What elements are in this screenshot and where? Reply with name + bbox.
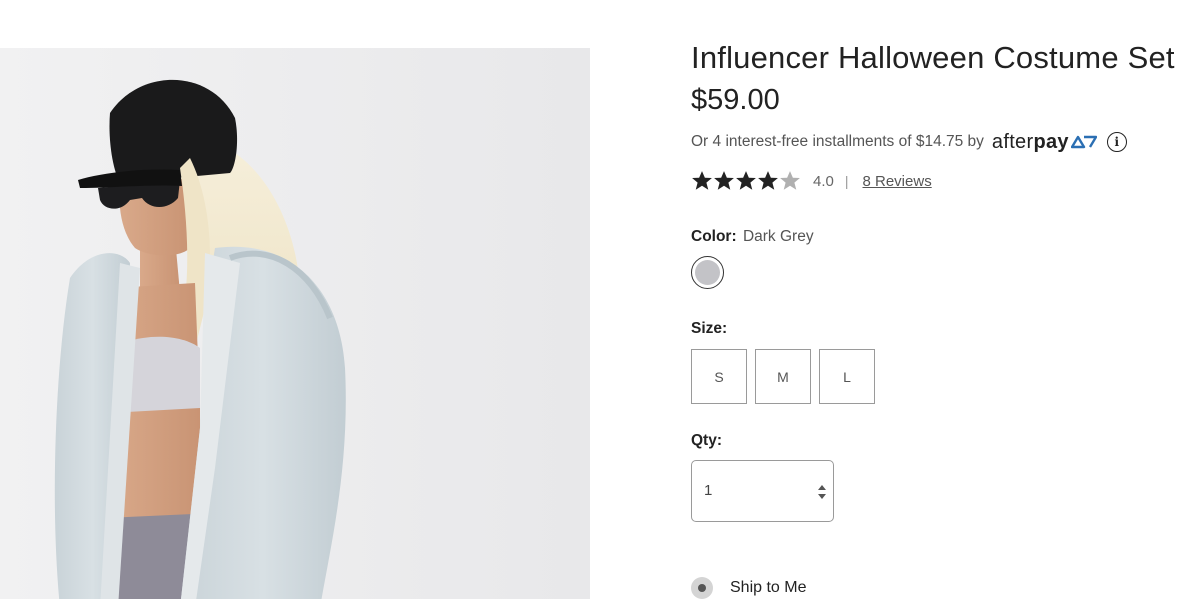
size-option-s[interactable]: S	[691, 349, 747, 404]
star-icon	[714, 171, 734, 190]
star-icon	[780, 171, 800, 190]
product-photo-illustration	[0, 48, 590, 599]
afterpay-logo-after: after	[991, 130, 1034, 153]
shipping-option-row: Ship to Me	[691, 576, 806, 599]
star-icon	[736, 171, 756, 190]
qty-label-row: Qty:	[691, 432, 722, 450]
qty-label: Qty:	[691, 432, 722, 449]
size-options: S M L	[691, 349, 883, 404]
afterpay-logo-pay: pay	[1033, 130, 1069, 153]
color-swatch-fill	[695, 260, 720, 285]
afterpay-installments: Or 4 interest-free installments of $14.7…	[691, 130, 1127, 154]
color-value: Dark Grey	[742, 228, 814, 245]
product-title: Influencer Halloween Costume Set	[691, 40, 1175, 75]
product-image[interactable]	[0, 48, 590, 599]
rating-row: 4.0 | 8 Reviews	[691, 168, 932, 194]
product-details: Influencer Halloween Costume Set $59.00 …	[691, 0, 1200, 599]
color-label: Color:	[691, 228, 737, 245]
info-icon[interactable]: i	[1106, 132, 1127, 152]
radio-dot	[698, 584, 706, 592]
product-page: Influencer Halloween Costume Set $59.00 …	[0, 0, 1200, 599]
size-label: Size:	[691, 320, 728, 337]
ship-to-me-label[interactable]: Ship to Me	[730, 579, 806, 597]
select-arrows-icon	[818, 485, 826, 499]
size-option-m[interactable]: M	[755, 349, 811, 404]
size-label-row: Size:	[691, 320, 727, 338]
star-icon	[692, 171, 712, 190]
color-label-row: Color: Dark Grey	[691, 228, 814, 246]
reviews-link[interactable]: 8 Reviews	[863, 173, 932, 190]
size-option-l[interactable]: L	[819, 349, 875, 404]
quantity-select[interactable]: 1	[691, 460, 834, 522]
afterpay-logo: after pay	[992, 131, 1097, 154]
installments-text: Or 4 interest-free installments of $14.7…	[691, 133, 984, 150]
star-icon	[758, 171, 778, 190]
rating-separator: |	[844, 173, 849, 189]
rating-value: 4.0	[813, 172, 834, 190]
quantity-value: 1	[704, 482, 713, 499]
afterpay-arrows-icon	[1070, 135, 1097, 149]
product-price: $59.00	[691, 84, 780, 116]
star-rating	[691, 170, 801, 192]
ship-to-me-radio[interactable]	[691, 577, 713, 599]
color-swatch-dark-grey[interactable]	[691, 256, 724, 289]
